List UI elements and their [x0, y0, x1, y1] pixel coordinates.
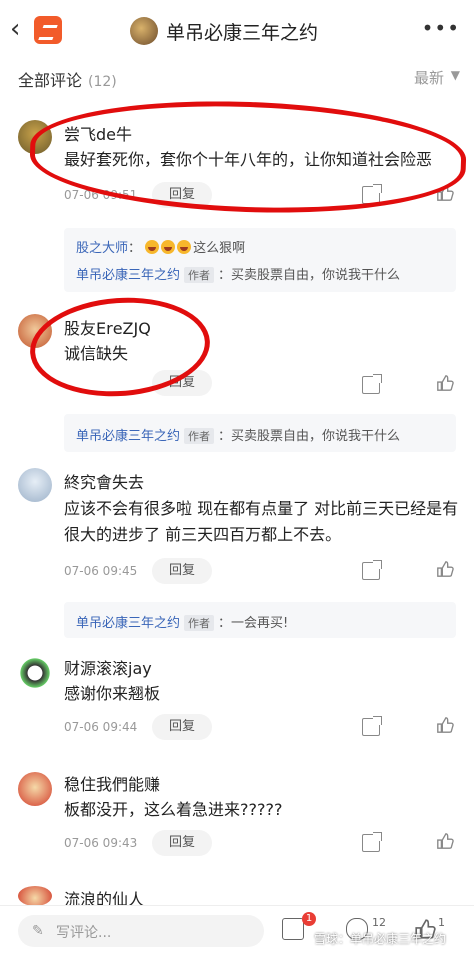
title-group[interactable]: 单吊必康三年之约	[130, 15, 318, 47]
share-icon[interactable]	[362, 716, 382, 736]
sub-reply-text: 这么狠啊	[193, 241, 246, 256]
comment-text: 板都没开，这么着急进来?????	[64, 800, 283, 819]
comment-author[interactable]: 股友ErеZJQ	[64, 315, 151, 339]
like-count: 1	[438, 916, 445, 929]
laughing-emoji-icon	[145, 240, 160, 254]
comment-author[interactable]: 财源滚滚jay	[64, 655, 152, 679]
reply-button[interactable]: 回复	[152, 182, 212, 208]
app-logo-icon[interactable]	[34, 16, 62, 44]
write-comment-input[interactable]: ✎ 写评论...	[18, 915, 264, 947]
comment-item: 股友ErеZJQ 诚信缺失 回复	[0, 306, 474, 406]
author-badge: 作者	[184, 615, 215, 631]
comment-text: 最好套死你，套你个十年八年的，让你知道社会险恶	[64, 150, 433, 169]
back-chevron-icon[interactable]: ‹	[10, 14, 20, 44]
laughing-emoji-icon	[177, 240, 192, 254]
reply-button[interactable]: 回复	[152, 830, 212, 856]
comment-item: 尝飞de牛 最好套死你，套你个十年八年的，让你知道社会险恶 07-06 09:5…	[0, 112, 474, 222]
comment-text: 诚信缺失	[64, 344, 129, 363]
thumbs-up-icon[interactable]	[436, 374, 454, 392]
avatar[interactable]	[18, 772, 52, 806]
comment-text: 应该不会有很多啦 现在都有点量了 对比前三天已经是有很大的进步了 前三天四百万都…	[64, 499, 459, 544]
thumbs-up-icon[interactable]	[436, 184, 454, 202]
reply-thread: 单吊必康三年之约 作者 ：一会再买!	[64, 602, 456, 638]
more-dots-icon[interactable]: •••	[422, 16, 460, 40]
comment-author[interactable]: 終究會失去	[64, 469, 144, 493]
avatar[interactable]	[18, 468, 52, 502]
thumbs-up-icon[interactable]	[436, 832, 454, 850]
share-icon[interactable]	[362, 560, 382, 580]
sub-reply-author[interactable]: 单吊必康三年之约	[76, 429, 180, 444]
sub-reply[interactable]: 单吊必康三年之约 作者 ：买卖股票自由，你说我干什么	[76, 264, 400, 283]
sub-reply-text: ：买卖股票自由，你说我干什么	[218, 268, 401, 283]
comment-author[interactable]: 尝飞de牛	[64, 121, 132, 145]
comment-time: 07-06 09:51	[64, 188, 138, 202]
page-title: 单吊必康三年之约	[166, 21, 319, 44]
reply-thread: 股之大师： 这么狠啊 单吊必康三年之约 作者 ：买卖股票自由，你说我干什么	[64, 228, 456, 292]
laughing-emoji-icon	[161, 240, 176, 254]
avatar[interactable]	[18, 656, 52, 690]
thumbs-up-icon[interactable]	[436, 560, 454, 578]
reply-button[interactable]: 回复	[152, 558, 212, 584]
sub-reply[interactable]: 单吊必康三年之约 作者 ：一会再买!	[76, 612, 288, 631]
avatar[interactable]	[18, 314, 52, 348]
sort-dropdown[interactable]: 最新	[414, 67, 444, 88]
pencil-icon: ✎	[32, 923, 44, 939]
top-bar: ‹ 单吊必康三年之约 •••	[0, 0, 474, 60]
sub-reply-author[interactable]: 单吊必康三年之约	[76, 616, 180, 631]
sub-reply[interactable]: 单吊必康三年之约 作者 ：买卖股票自由，你说我干什么	[76, 425, 400, 444]
title-avatar	[130, 17, 158, 45]
share-icon[interactable]	[362, 374, 382, 394]
avatar[interactable]	[18, 886, 52, 906]
comment-item: 流浪的仙人	[0, 880, 474, 909]
write-comment-placeholder: 写评论...	[56, 925, 112, 941]
sub-reply-text: ：一会再买!	[218, 616, 289, 631]
comment-badge: 1	[302, 912, 316, 926]
reply-thread: 单吊必康三年之约 作者 ：买卖股票自由，你说我干什么	[64, 414, 456, 452]
comments-count: 12	[372, 916, 386, 929]
comment-author[interactable]: 稳住我們能赚	[64, 771, 160, 795]
reply-button[interactable]: 回复	[152, 714, 212, 740]
sub-reply[interactable]: 股之大师： 这么狠啊	[76, 237, 245, 256]
chevron-down-icon[interactable]: ▼	[451, 68, 460, 82]
thumbs-up-icon[interactable]	[436, 716, 454, 734]
share-icon[interactable]	[362, 184, 382, 204]
comment-time: 07-06 09:43	[64, 836, 138, 850]
sub-reply-text: ：买卖股票自由，你说我干什么	[218, 429, 401, 444]
section-label: 全部评论 (12)	[18, 71, 117, 90]
comment-item: 終究會失去 应该不会有很多啦 现在都有点量了 对比前三天已经是有很大的进步了 前…	[0, 462, 474, 592]
comment-count: (12)	[88, 74, 117, 90]
author-badge: 作者	[184, 267, 215, 283]
comment-item: 稳住我們能赚 板都没开，这么着急进来????? 07-06 09:43 回复	[0, 764, 474, 874]
comment-text: 感谢你来翘板	[64, 684, 161, 703]
comments-section-header: 全部评论 (12) 最新 ▼	[0, 62, 474, 92]
comment-item: 财源滚滚jay 感谢你来翘板 07-06 09:44 回复	[0, 650, 474, 750]
author-badge: 作者	[184, 428, 215, 444]
watermark: 雪球：单吊必康三年之约	[314, 932, 447, 946]
comment-edit-icon[interactable]	[282, 918, 304, 940]
reply-button[interactable]: 回复	[152, 370, 212, 396]
sub-reply-author[interactable]: 股之大师	[76, 241, 128, 256]
sub-reply-author[interactable]: 单吊必康三年之约	[76, 268, 180, 283]
comment-time: 07-06 09:44	[64, 720, 138, 734]
avatar[interactable]	[18, 120, 52, 154]
share-icon[interactable]	[362, 832, 382, 852]
comment-time: 07-06 09:45	[64, 564, 138, 578]
